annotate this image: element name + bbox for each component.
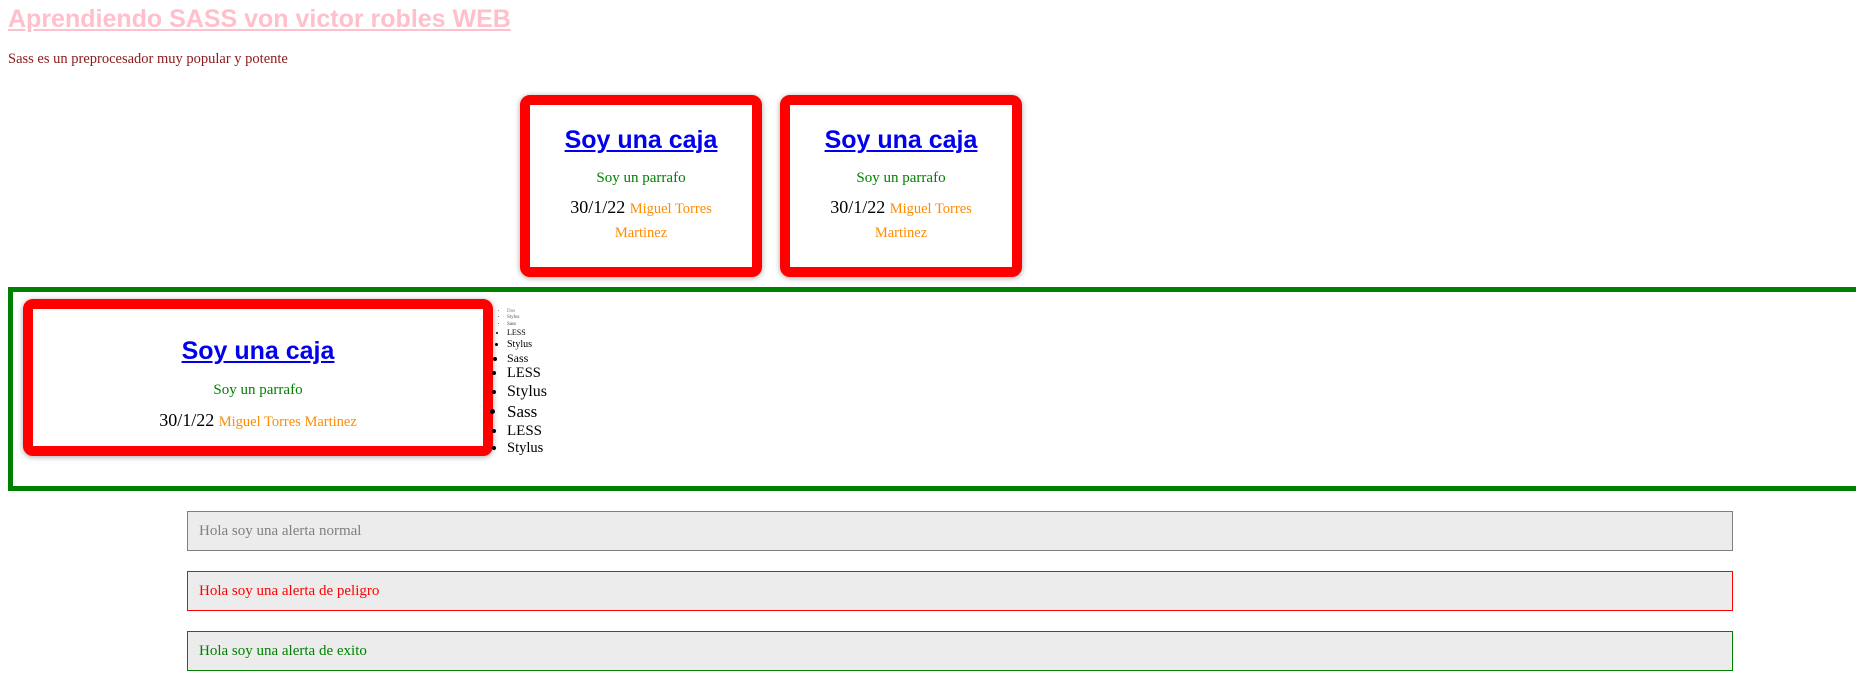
caja-meta: 30/1/22 Miguel Torres Martinez bbox=[790, 196, 1012, 244]
list-item: Sass bbox=[507, 401, 547, 422]
green-container: Soy una caja Soy un parrafo 30/1/22 Migu… bbox=[8, 287, 1856, 491]
list-item: LESS bbox=[507, 328, 547, 338]
list-item: LESS bbox=[507, 422, 547, 440]
caja-date: 30/1/22 bbox=[570, 197, 626, 217]
page-title[interactable]: Aprendiendo SASS von victor robles WEB bbox=[8, 4, 511, 34]
caja-author: Miguel Torres Martinez bbox=[218, 414, 357, 430]
caja-card: Soy una caja Soy un parrafo 30/1/22 Migu… bbox=[780, 95, 1022, 277]
list-item: Sass bbox=[507, 321, 547, 328]
caja-author: Miguel Torres Martinez bbox=[614, 201, 712, 241]
caja-card: Soy una caja Soy un parrafo 30/1/22 Migu… bbox=[23, 299, 493, 456]
caja-title-link[interactable]: Soy una caja bbox=[530, 125, 752, 155]
alert-normal: Hola soy una alerta normal bbox=[187, 511, 1733, 551]
list-item: Stylus bbox=[507, 440, 547, 457]
caja-paragraph: Soy un parrafo bbox=[596, 170, 686, 186]
list-item: Sass bbox=[507, 351, 547, 365]
caja-meta: 30/1/22 Miguel Torres Martinez bbox=[530, 196, 752, 244]
caja-title-link[interactable]: Soy una caja bbox=[33, 336, 483, 366]
caja-card: Soy una caja Soy un parrafo 30/1/22 Migu… bbox=[520, 95, 762, 277]
caja-title-link[interactable]: Soy una caja bbox=[790, 125, 1012, 155]
intro-text: Sass es un preprocesador muy popular y p… bbox=[8, 51, 288, 67]
caja-paragraph: Soy un parrafo bbox=[213, 382, 303, 398]
list-item: Stylus bbox=[507, 338, 547, 351]
list-item: Stylus bbox=[507, 382, 547, 401]
caja-date: 30/1/22 bbox=[159, 410, 215, 430]
caja-meta: 30/1/22 Miguel Torres Martinez bbox=[33, 409, 483, 434]
caja-author: Miguel Torres Martinez bbox=[874, 201, 972, 241]
alert-success: Hola soy una alerta de exito bbox=[187, 631, 1733, 671]
list-item: LESS bbox=[507, 365, 547, 382]
caja-date: 30/1/22 bbox=[830, 197, 886, 217]
caja-paragraph: Soy un parrafo bbox=[856, 170, 946, 186]
alert-danger: Hola soy una alerta de peligro bbox=[187, 571, 1733, 611]
preprocessor-list: Dos Stylus Sass LESS Stylus Sass LESS St… bbox=[498, 309, 547, 457]
